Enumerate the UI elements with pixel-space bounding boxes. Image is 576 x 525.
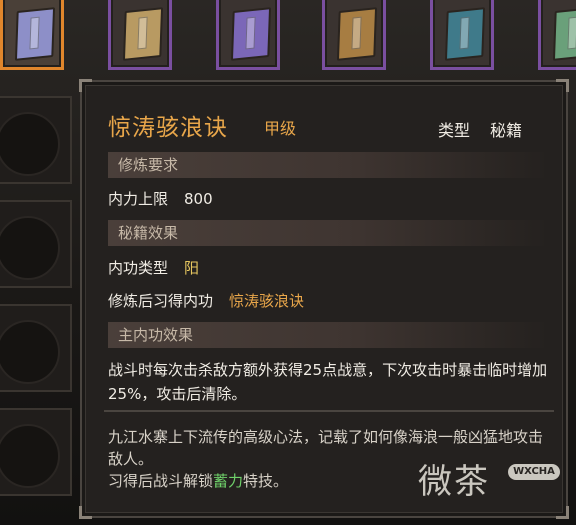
item-slot-4[interactable]: [322, 0, 386, 70]
item-slot-3[interactable]: [216, 0, 280, 70]
side-slot-3[interactable]: [0, 304, 72, 392]
learn-value: 惊涛骇浪诀: [229, 292, 305, 310]
divider: [104, 410, 554, 412]
empty-slot-icon: [0, 424, 60, 488]
book-icon: [444, 7, 486, 61]
book-icon: [230, 7, 272, 61]
side-slot-4[interactable]: [0, 408, 72, 496]
kind-row: 内功类型阳: [108, 257, 199, 278]
item-slot-1[interactable]: [0, 0, 64, 70]
item-slot-6[interactable]: [538, 0, 576, 70]
kind-label: 内功类型: [108, 259, 169, 277]
skill-name: 蓄力: [213, 472, 244, 490]
kind-value: 阳: [184, 259, 200, 277]
section-main-effect: 主内功效果: [108, 322, 544, 348]
item-slot-5[interactable]: [430, 0, 494, 70]
learn-label: 修炼后习得内功: [108, 292, 214, 310]
empty-slot-icon: [0, 320, 60, 384]
empty-slot-icon: [0, 112, 60, 176]
main-effect-text: 战斗时每次击杀敌方额外获得25点战意，下次攻击时暴击临时增加25%，攻击后清除。: [108, 361, 548, 403]
item-slot-2[interactable]: [108, 0, 172, 70]
section-effects: 秘籍效果: [108, 220, 544, 246]
item-name: 惊涛骇浪诀: [108, 115, 228, 141]
empty-slot-icon: [0, 216, 60, 280]
book-icon: [336, 7, 378, 61]
learn-row: 修炼后习得内功 惊涛骇浪诀: [108, 290, 304, 311]
book-icon: [122, 7, 164, 61]
watermark-badge: WXCHA: [508, 464, 560, 480]
book-icon: [14, 7, 56, 61]
item-grade: 甲级: [264, 119, 297, 138]
neili-row: 内力上限 800: [108, 188, 213, 209]
section-requirements: 修炼要求: [108, 152, 544, 178]
side-slot-2[interactable]: [0, 200, 72, 288]
watermark: 微茶 WXCHA: [418, 452, 568, 508]
watermark-text: 微茶: [418, 462, 490, 502]
item-slot-row: [0, 0, 576, 78]
book-icon: [552, 7, 576, 61]
neili-value: 800: [184, 190, 213, 208]
side-slot-1[interactable]: [0, 96, 72, 184]
neili-label: 内力上限: [108, 190, 169, 208]
type-value: 秘籍: [490, 121, 523, 140]
type-label: 类型: [438, 121, 471, 140]
